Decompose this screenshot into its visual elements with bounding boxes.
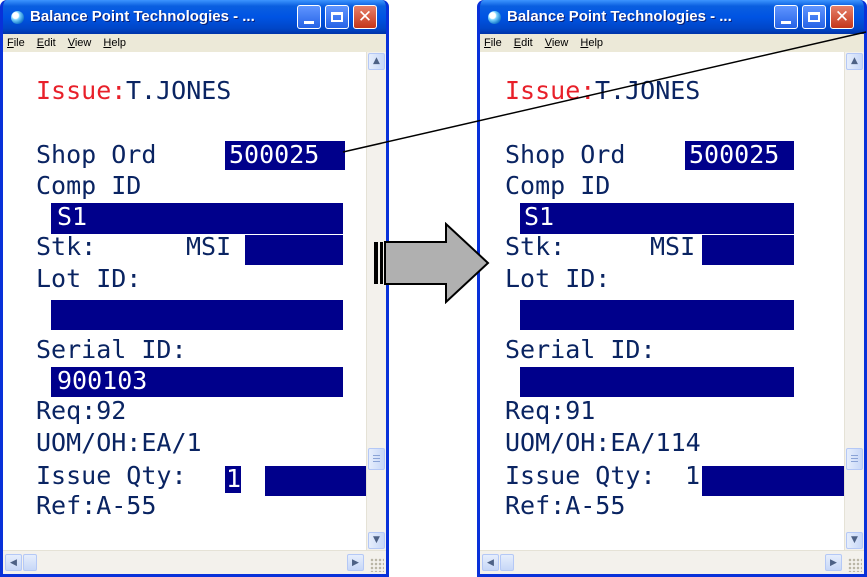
ref-text: Ref:A-55 xyxy=(505,491,626,520)
issue-qty-label: Issue Qty: xyxy=(36,461,187,490)
scroll-thumb[interactable] xyxy=(368,448,385,470)
app-icon[interactable] xyxy=(488,11,501,24)
horizontal-scroll-thumb[interactable] xyxy=(23,554,37,571)
req-text: Req:91 xyxy=(505,396,596,425)
shop-ord-label: Shop Ord xyxy=(505,140,626,169)
resize-grip-icon[interactable] xyxy=(370,558,384,572)
minimize-button[interactable] xyxy=(774,5,798,29)
scroll-up-button[interactable]: ▲ xyxy=(846,53,863,70)
issue-label: Issue: xyxy=(36,76,127,105)
handheld-window-after: Balance Point Technologies - ... ✕ File … xyxy=(477,0,867,577)
scroll-left-button[interactable]: ◀ xyxy=(482,554,499,571)
app-icon[interactable] xyxy=(11,11,24,24)
shop-ord-field[interactable]: 500025 xyxy=(685,141,794,170)
maximize-icon xyxy=(331,12,343,22)
maximize-button[interactable] xyxy=(802,5,826,29)
comp-id-label: Comp ID xyxy=(36,171,142,200)
shop-ord-field[interactable]: 500025 xyxy=(225,141,345,170)
title-bar[interactable]: Balance Point Technologies - ... ✕ xyxy=(3,0,386,34)
menu-help[interactable]: Help xyxy=(103,37,126,49)
issue-qty-field[interactable] xyxy=(702,466,844,496)
scroll-right-button[interactable]: ▶ xyxy=(825,554,842,571)
issue-qty-label: Issue Qty: xyxy=(505,461,656,490)
comp-id-field[interactable]: S1 xyxy=(51,203,343,234)
title-bar[interactable]: Balance Point Technologies - ... ✕ xyxy=(480,0,864,34)
req-text: Req:92 xyxy=(36,396,127,425)
stk-field[interactable] xyxy=(702,235,794,265)
handheld-window-before: Balance Point Technologies - ... ✕ File … xyxy=(0,0,389,577)
issue-qty-cursor[interactable]: 1 xyxy=(225,466,241,493)
menu-file[interactable]: File xyxy=(484,37,502,49)
stk-value: MSI xyxy=(650,232,696,261)
close-icon: ✕ xyxy=(834,6,850,27)
horizontal-scrollbar[interactable]: ◀ ▶ xyxy=(480,550,864,574)
scroll-thumb[interactable] xyxy=(846,448,863,470)
close-button[interactable]: ✕ xyxy=(830,5,854,29)
uom-oh-text: UOM/OH:EA/1 xyxy=(36,428,202,457)
lot-id-field[interactable] xyxy=(51,300,343,330)
close-button[interactable]: ✕ xyxy=(353,5,377,29)
serial-id-label: Serial ID: xyxy=(505,335,656,364)
issue-user: T.JONES xyxy=(595,76,701,105)
stk-value: MSI xyxy=(186,232,232,261)
menu-bar: File Edit View Help xyxy=(3,34,386,52)
terminal-screen: Issue: T.JONES Shop Ord 500025 Comp ID S… xyxy=(480,52,844,550)
lot-id-label: Lot ID: xyxy=(36,264,142,293)
menu-file[interactable]: File xyxy=(7,37,25,49)
menu-view[interactable]: View xyxy=(545,37,569,49)
menu-bar: File Edit View Help xyxy=(480,34,864,52)
comp-id-label: Comp ID xyxy=(505,171,611,200)
menu-help[interactable]: Help xyxy=(580,37,603,49)
lot-id-label: Lot ID: xyxy=(505,264,611,293)
minimize-icon xyxy=(781,20,791,24)
serial-id-field[interactable]: 900103 xyxy=(51,367,343,397)
maximize-icon xyxy=(808,12,820,22)
window-title: Balance Point Technologies - ... xyxy=(507,8,732,25)
issue-qty-field[interactable] xyxy=(265,466,366,496)
maximize-button[interactable] xyxy=(325,5,349,29)
issue-label: Issue: xyxy=(505,76,596,105)
stk-label: Stk: xyxy=(36,232,97,261)
comp-id-field[interactable]: S1 xyxy=(520,203,794,234)
scroll-right-button[interactable]: ▶ xyxy=(347,554,364,571)
ref-text: Ref:A-55 xyxy=(36,491,157,520)
issue-qty-value: 1 xyxy=(685,461,701,490)
issue-user: T.JONES xyxy=(126,76,232,105)
scroll-down-button[interactable]: ▼ xyxy=(846,532,863,549)
resize-grip-icon[interactable] xyxy=(848,558,862,572)
menu-view[interactable]: View xyxy=(68,37,92,49)
close-icon: ✕ xyxy=(357,6,373,27)
terminal-screen: Issue: T.JONES Shop Ord 500025 Comp ID S… xyxy=(3,52,366,550)
menu-edit[interactable]: Edit xyxy=(37,37,56,49)
stk-field[interactable] xyxy=(245,235,343,265)
scroll-left-button[interactable]: ◀ xyxy=(5,554,22,571)
menu-edit[interactable]: Edit xyxy=(514,37,533,49)
lot-id-field[interactable] xyxy=(520,300,794,330)
minimize-icon xyxy=(304,20,314,24)
minimize-button[interactable] xyxy=(297,5,321,29)
scroll-up-button[interactable]: ▲ xyxy=(368,53,385,70)
window-title: Balance Point Technologies - ... xyxy=(30,8,255,25)
horizontal-scroll-thumb[interactable] xyxy=(500,554,514,571)
horizontal-scrollbar[interactable]: ◀ ▶ xyxy=(3,550,386,574)
vertical-scrollbar[interactable]: ▲ ▼ xyxy=(844,52,864,550)
uom-oh-text: UOM/OH:EA/114 xyxy=(505,428,701,457)
serial-id-field[interactable] xyxy=(520,367,794,397)
shop-ord-label: Shop Ord xyxy=(36,140,157,169)
scroll-down-button[interactable]: ▼ xyxy=(368,532,385,549)
serial-id-label: Serial ID: xyxy=(36,335,187,364)
stk-label: Stk: xyxy=(505,232,566,261)
transition-arrow-icon xyxy=(374,222,490,304)
